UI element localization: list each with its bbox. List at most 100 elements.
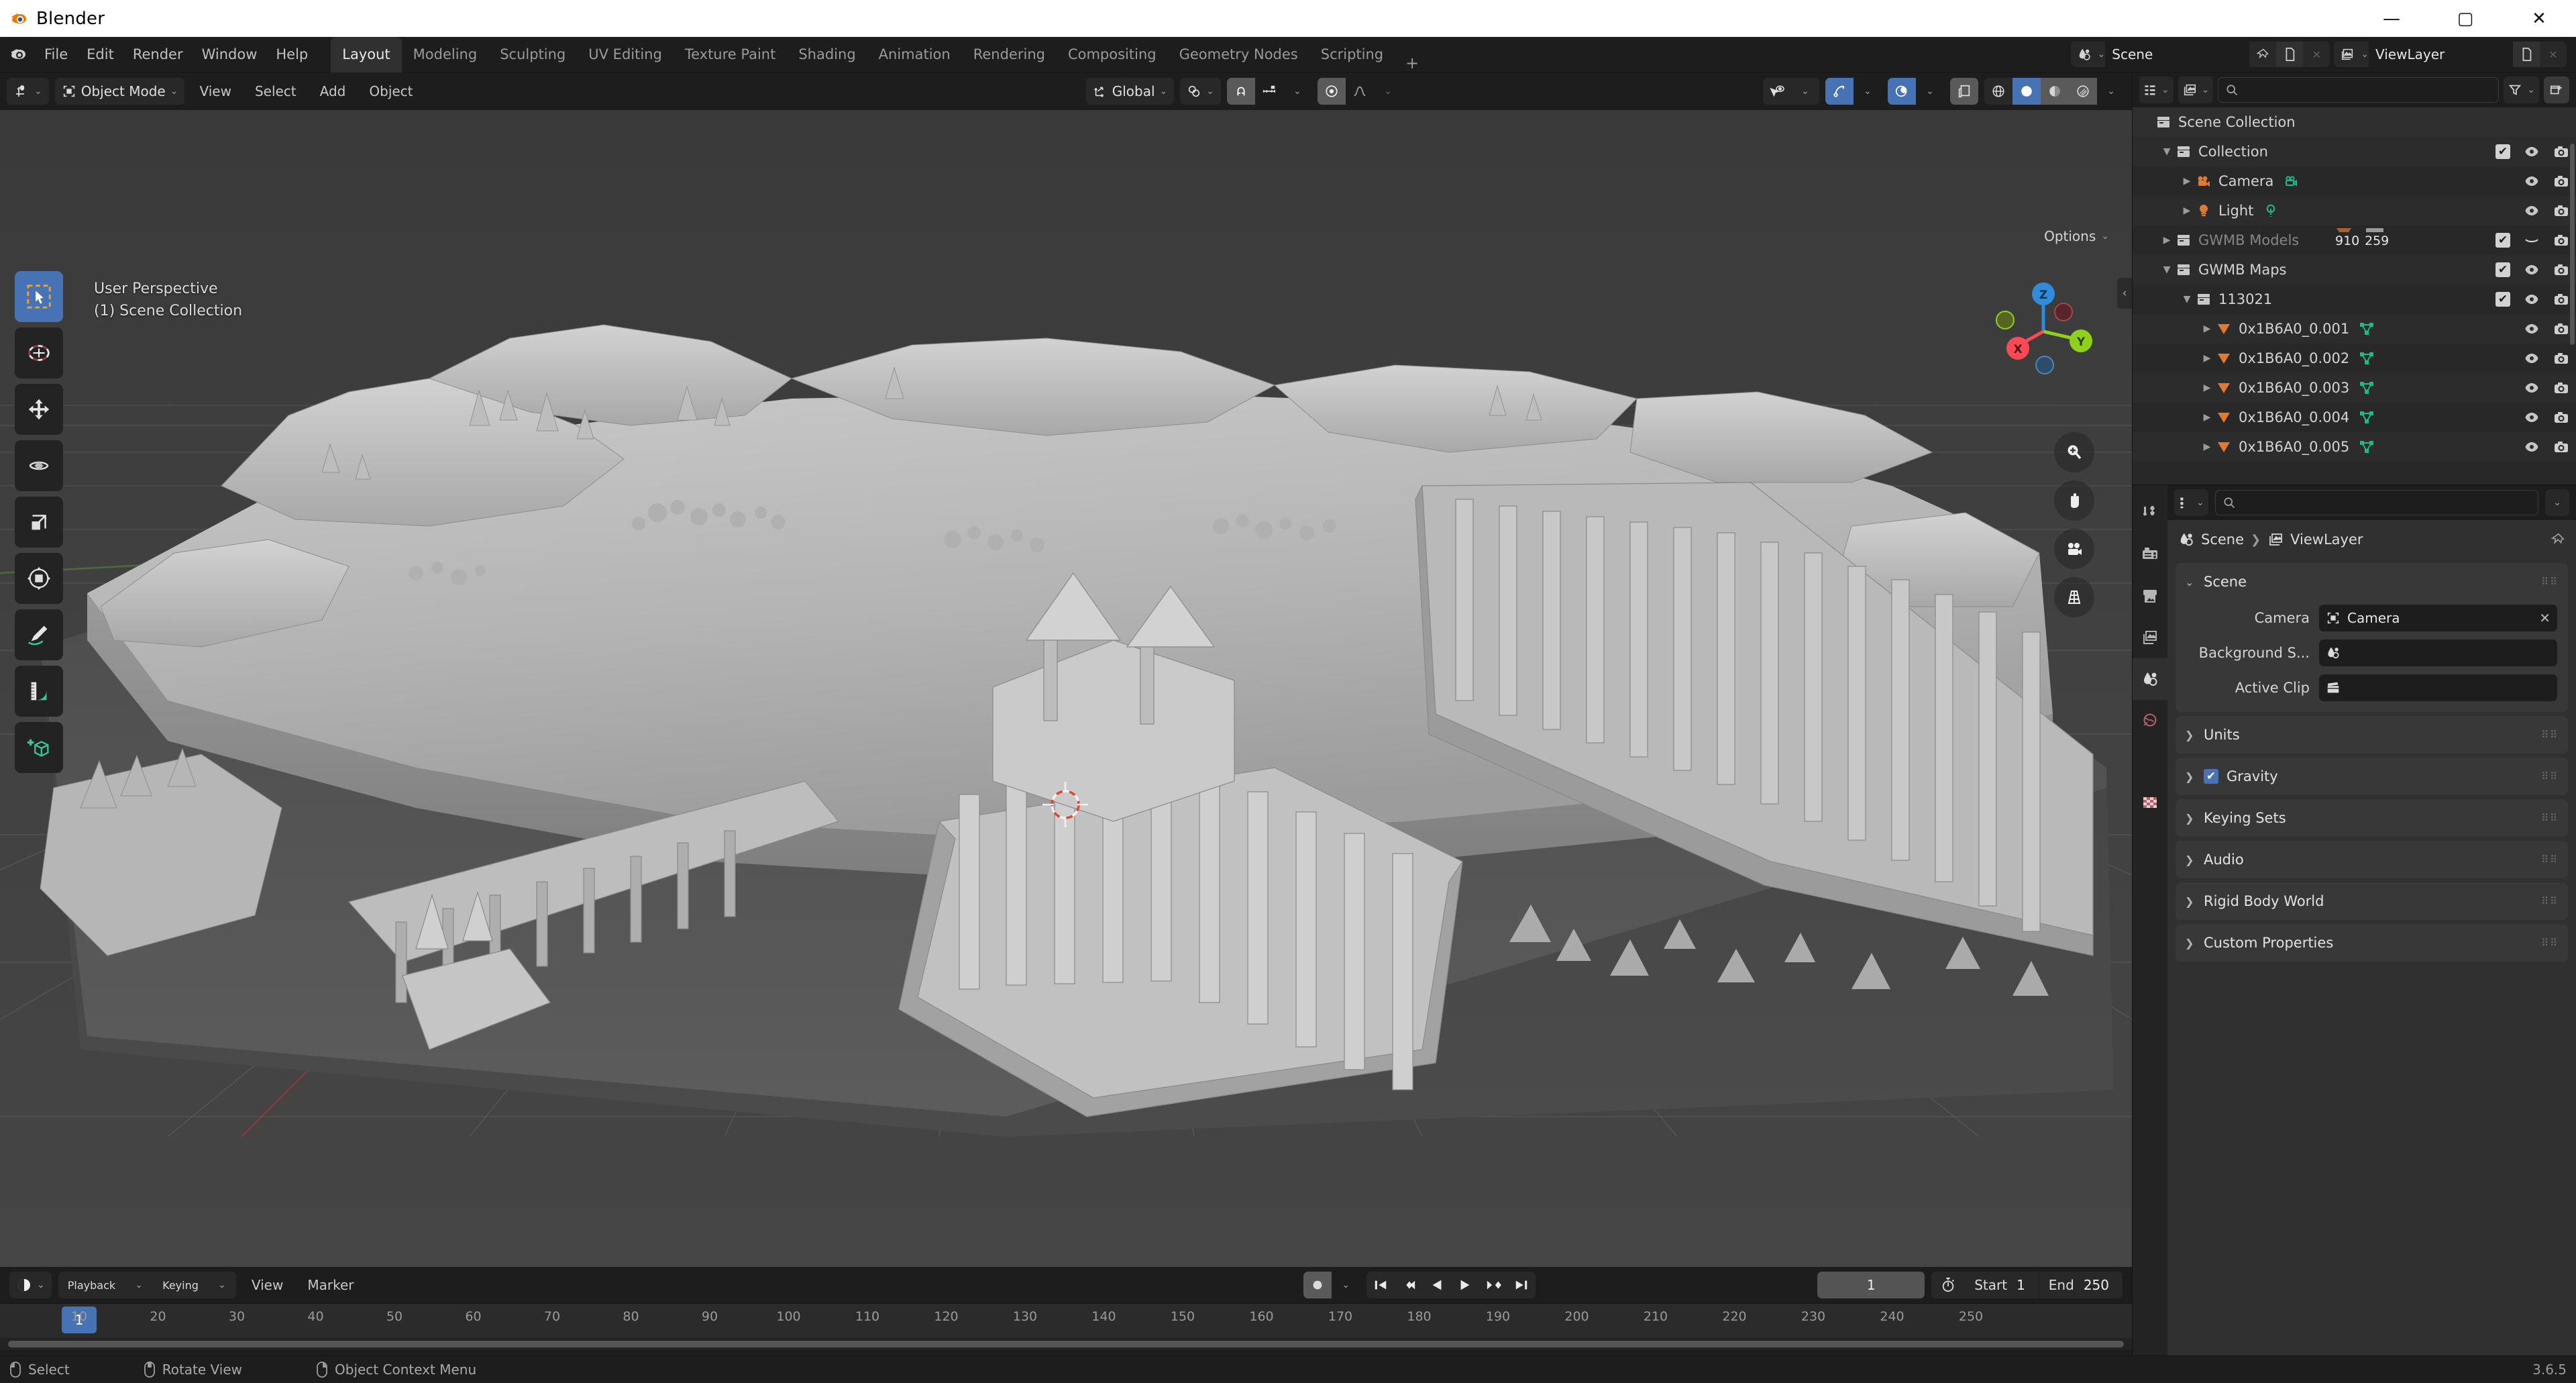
outliner-scrollbar[interactable] xyxy=(2570,144,2575,345)
outliner-row[interactable]: ▶0x1B6A0_0.002 xyxy=(2133,344,2576,373)
jump-to-next-keyframe-button[interactable] xyxy=(1479,1272,1507,1298)
tab-uv-editing[interactable]: UV Editing xyxy=(577,37,674,72)
expand-toggle-icon[interactable]: ▶ xyxy=(2178,205,2196,216)
chevron-right-icon[interactable]: ❯ xyxy=(2185,854,2196,866)
outliner-row-label[interactable]: 0x1B6A0_0.003 xyxy=(2239,380,2349,396)
tab-sculpting[interactable]: Sculpting xyxy=(488,37,577,72)
panel-header[interactable]: ❯✔Gravity⠿⠿ xyxy=(2176,758,2568,795)
tab-geometry-nodes[interactable]: Geometry Nodes xyxy=(1168,37,1309,72)
prop-tab-scene[interactable] xyxy=(2133,658,2167,700)
chevron-right-icon[interactable]: ❯ xyxy=(2185,937,2196,950)
panel-grip-icon[interactable]: ⠿⠿ xyxy=(2541,731,2559,739)
panel-grip-icon[interactable]: ⠿⠿ xyxy=(2541,815,2559,822)
tool-move[interactable] xyxy=(15,384,63,435)
exclude-checkbox[interactable]: ✔ xyxy=(2496,262,2510,277)
expand-toggle-icon[interactable]: ▶ xyxy=(2198,412,2216,423)
toggle-perspective-button[interactable] xyxy=(2054,577,2094,617)
keying-chevron-down-icon[interactable]: ⌄ xyxy=(208,1272,236,1298)
mesh-data-icon[interactable] xyxy=(2359,380,2375,396)
viewlayer-selector[interactable]: ⌄ ViewLayer ✕ xyxy=(2334,42,2567,67)
window-close-button[interactable]: ✕ xyxy=(2502,0,2576,37)
disable-render-icon[interactable] xyxy=(2553,144,2569,160)
jump-to-end-button[interactable] xyxy=(1507,1272,1536,1298)
expand-toggle-icon[interactable]: ▼ xyxy=(2178,294,2196,305)
tab-scripting[interactable]: Scripting xyxy=(1309,37,1395,72)
expand-toggle-icon[interactable]: ▶ xyxy=(2198,382,2216,393)
disable-render-icon[interactable] xyxy=(2553,409,2569,425)
outliner-search-input[interactable] xyxy=(2218,77,2499,103)
outliner-row-label[interactable]: 0x1B6A0_0.001 xyxy=(2239,321,2349,337)
property-field[interactable] xyxy=(2319,674,2557,701)
expand-toggle-icon[interactable]: ▶ xyxy=(2198,353,2216,364)
breadcrumb-viewlayer[interactable]: ViewLayer xyxy=(2290,531,2363,548)
delete-viewlayer-button[interactable]: ✕ xyxy=(2540,42,2567,67)
hide-viewport-icon[interactable] xyxy=(2524,321,2540,337)
outliner-row[interactable]: ▶0x1B6A0_0.005 xyxy=(2133,432,2576,462)
disable-render-icon[interactable] xyxy=(2553,262,2569,278)
disable-render-icon[interactable] xyxy=(2553,291,2569,307)
material-preview-shading-icon[interactable] xyxy=(2041,78,2069,105)
snap-pivot-selector[interactable]: ⌄ xyxy=(1180,78,1221,105)
menu-window[interactable]: Window xyxy=(193,42,267,67)
panel-header[interactable]: ❯Keying Sets⠿⠿ xyxy=(2176,799,2568,837)
delete-scene-button[interactable]: ✕ xyxy=(2303,42,2330,67)
tab-shading[interactable]: Shading xyxy=(787,37,867,72)
hide-viewport-icon[interactable] xyxy=(2524,144,2540,160)
timeline-ruler[interactable]: 1 10203040506070809010011012013014015016… xyxy=(0,1303,2132,1338)
tool-transform[interactable] xyxy=(15,553,63,604)
wireframe-shading-icon[interactable] xyxy=(1984,78,2012,105)
panel-grip-icon[interactable]: ⠿⠿ xyxy=(2541,939,2559,947)
timeline-editor-type[interactable]: ⌄ xyxy=(9,1272,52,1298)
hide-viewport-icon[interactable] xyxy=(2524,232,2540,248)
expand-toggle-icon[interactable]: ▶ xyxy=(2198,442,2216,452)
timeline-menu-marker[interactable]: Marker xyxy=(299,1273,362,1297)
outliner-search-field[interactable] xyxy=(2244,83,2491,97)
viewlayer-chevron-down-icon[interactable]: ⌄ xyxy=(2361,49,2369,60)
panel-header[interactable]: ❯Units⠿⠿ xyxy=(2176,716,2568,754)
hide-viewport-icon[interactable] xyxy=(2524,203,2540,219)
properties-search-field[interactable] xyxy=(2241,495,2532,510)
outliner-row-label[interactable]: 0x1B6A0_0.004 xyxy=(2239,409,2349,425)
add-workspace-button[interactable]: + xyxy=(1395,54,1430,72)
chevron-right-icon[interactable]: ❯ xyxy=(2185,895,2196,908)
transform-orientation-selector[interactable]: Global ⌄ xyxy=(1086,78,1175,105)
disable-render-icon[interactable] xyxy=(2553,321,2569,337)
panel-header[interactable]: ❯Custom Properties⠿⠿ xyxy=(2176,924,2568,962)
pin-icon[interactable] xyxy=(2551,532,2565,547)
outliner-row[interactable]: ▼Collection✔ xyxy=(2133,137,2576,166)
chevron-right-icon[interactable]: ❯ xyxy=(2185,729,2196,741)
visibility-chevron-down-icon[interactable]: ⌄ xyxy=(1791,78,1819,105)
panel-grip-icon[interactable]: ⠿⠿ xyxy=(2541,898,2559,905)
scene-chevron-down-icon[interactable]: ⌄ xyxy=(2098,49,2106,60)
hide-viewport-icon[interactable] xyxy=(2524,291,2540,307)
mesh-data-icon[interactable] xyxy=(2359,409,2375,425)
outliner-row-label[interactable]: GWMB Models xyxy=(2198,232,2299,248)
pin-icon[interactable] xyxy=(2249,42,2276,67)
properties-editor-type[interactable]: ⌄ xyxy=(2174,489,2208,516)
chevron-right-icon[interactable]: ❯ xyxy=(2185,770,2196,783)
falloff-chevron-down-icon[interactable]: ⌄ xyxy=(1374,78,1402,105)
scene-name-field[interactable]: Scene xyxy=(2105,42,2249,67)
prop-tab-texture[interactable] xyxy=(2133,782,2167,823)
shading-chevron-down-icon[interactable]: ⌄ xyxy=(2097,78,2125,105)
outliner-row-label[interactable]: Camera xyxy=(2218,173,2273,189)
playback-chevron-down-icon[interactable]: ⌄ xyxy=(125,1272,153,1298)
outliner-row[interactable]: ▶0x1B6A0_0.001 xyxy=(2133,314,2576,344)
exclude-checkbox[interactable]: ✔ xyxy=(2496,233,2510,248)
expand-toggle-icon[interactable]: ▼ xyxy=(2158,264,2176,275)
outliner-row[interactable]: ▼113021✔ xyxy=(2133,285,2576,314)
toggle-xray-icon[interactable] xyxy=(1950,78,1978,105)
timeline-scrollbar[interactable] xyxy=(0,1338,2132,1350)
viewport-menu-select[interactable]: Select xyxy=(246,79,305,103)
tool-annotate[interactable] xyxy=(15,609,63,660)
panel-grip-icon[interactable]: ⠿⠿ xyxy=(2541,773,2559,780)
viewport-options-button[interactable]: Options ⌄ xyxy=(2044,228,2109,244)
breadcrumb-scene[interactable]: Scene xyxy=(2201,531,2244,548)
expand-toggle-icon[interactable]: ▶ xyxy=(2158,235,2176,246)
object-visibility-icon[interactable] xyxy=(1763,78,1791,105)
light-data-icon[interactable] xyxy=(2263,203,2279,219)
tab-compositing[interactable]: Compositing xyxy=(1057,37,1168,72)
mesh-data-icon[interactable] xyxy=(2359,439,2375,455)
auto-keying-record-icon[interactable] xyxy=(1303,1272,1332,1298)
overlay-chevron-down-icon[interactable]: ⌄ xyxy=(1916,78,1944,105)
